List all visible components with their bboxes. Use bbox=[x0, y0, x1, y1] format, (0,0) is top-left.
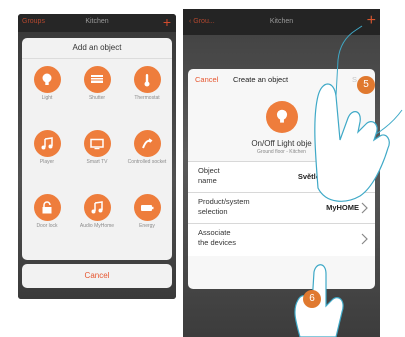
step-6-badge: 6 bbox=[303, 290, 321, 308]
annotation-overlay bbox=[294, 25, 403, 337]
step-5-badge: 5 bbox=[357, 76, 375, 94]
pointing-hand-icon bbox=[314, 25, 403, 202]
